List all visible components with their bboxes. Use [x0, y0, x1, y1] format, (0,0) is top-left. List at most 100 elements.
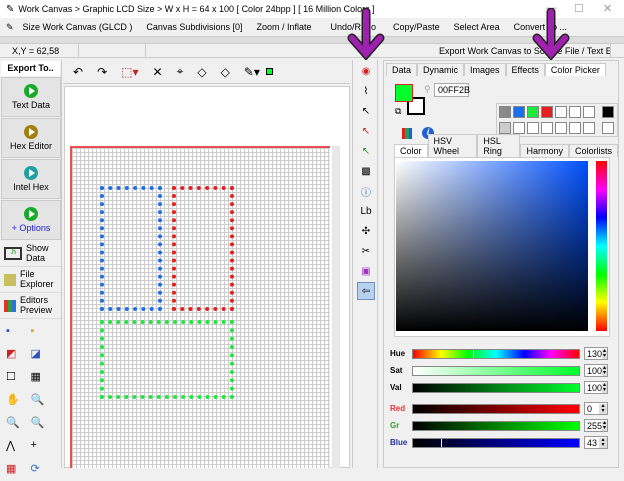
menu-size-work-canvas[interactable]: Size Work Canvas (GLCD )	[16, 22, 140, 32]
hue-strip[interactable]	[596, 161, 607, 331]
export-panel: Export To.. Text Data Hex Editor Intel H…	[0, 60, 62, 475]
save-icon[interactable]: ▪	[6, 325, 31, 337]
green-pointer-icon[interactable]: ↖	[357, 142, 375, 160]
refresh-icon[interactable]: ⟳	[31, 462, 56, 475]
swatch[interactable]	[499, 106, 511, 118]
subtab-harmony[interactable]: Harmony	[520, 144, 569, 157]
swatch[interactable]	[583, 106, 595, 118]
hex-input[interactable]: 00FF2B	[434, 83, 470, 97]
eye-icon[interactable]: ◉	[357, 62, 375, 80]
blue-input[interactable]: 43 ▴ ▾	[584, 436, 608, 449]
undo-icon[interactable]: ↶	[73, 65, 83, 79]
color-bars-icon[interactable]	[402, 128, 412, 139]
open-icon[interactable]: ▪	[31, 325, 56, 337]
select-icon[interactable]: ⬚▾	[121, 65, 138, 79]
zoom-in-icon[interactable]: 🔍	[6, 416, 31, 429]
swatch[interactable]	[541, 106, 553, 118]
fill-icon[interactable]: ◇	[197, 65, 206, 79]
tab-dynamic[interactable]: Dynamic	[417, 63, 465, 76]
swatch[interactable]	[555, 106, 567, 118]
frame-icon[interactable]: ☐	[6, 370, 31, 383]
show-data-button[interactable]: .h Show Data	[0, 241, 61, 267]
swatch[interactable]	[569, 106, 581, 118]
swatch[interactable]	[555, 122, 567, 134]
file-explorer-button[interactable]: File Explorer	[0, 267, 61, 293]
menu-select-area[interactable]: Select Area	[447, 22, 507, 32]
slider-knob[interactable]	[472, 349, 474, 358]
compass-icon[interactable]: ⋀	[6, 439, 31, 452]
red-pointer-icon[interactable]: ↖	[357, 122, 375, 140]
blue-slider[interactable]	[412, 437, 580, 448]
maximize-button[interactable]: ☐	[574, 2, 584, 15]
tab-data[interactable]: Data	[386, 63, 418, 76]
swatch[interactable]	[513, 106, 525, 118]
work-canvas[interactable]	[70, 146, 330, 468]
subtab-colorlists[interactable]: Colorlists	[568, 144, 618, 157]
saturation-value-field[interactable]	[396, 161, 588, 331]
hue-input[interactable]: 130 ▴ ▾	[584, 347, 608, 360]
red-slider[interactable]	[412, 403, 580, 414]
subtab-color[interactable]: Color	[394, 144, 428, 157]
export-hex-editor-button[interactable]: Hex Editor	[1, 118, 61, 158]
fit-icon[interactable]: ◪	[31, 347, 56, 360]
export-header: Export To..	[1, 61, 60, 76]
pen-icon[interactable]: ✎▾	[244, 65, 260, 79]
swatch[interactable]	[569, 122, 581, 134]
subtab-hsv-wheel[interactable]: HSV Wheel	[427, 134, 478, 157]
zoom-out-icon[interactable]: 🔍	[31, 393, 56, 406]
clear-icon[interactable]: ✕	[153, 65, 163, 79]
editors-preview-button[interactable]: Editors Preview	[0, 293, 61, 319]
green-slider[interactable]	[412, 420, 580, 431]
tab-effects[interactable]: Effects	[505, 63, 545, 76]
eraser-icon[interactable]: ◇	[221, 65, 230, 79]
swatch[interactable]	[527, 106, 539, 118]
redo-icon[interactable]: ↷	[97, 65, 107, 79]
green-input[interactable]: 255 ▴ ▾	[584, 419, 608, 432]
slider-knob[interactable]	[441, 438, 443, 447]
val-input[interactable]: 100 ▴ ▾	[584, 381, 608, 394]
checker-icon[interactable]: ▩	[357, 162, 375, 180]
menu-canvas-subdivisions[interactable]: Canvas Subdivisions [0]	[139, 22, 249, 32]
swatch[interactable]	[541, 122, 553, 134]
hex-play-icon	[24, 125, 38, 139]
red-input[interactable]: 0 ▴ ▾	[584, 402, 608, 415]
tab-images[interactable]: Images	[464, 63, 506, 76]
lib-icon[interactable]: Lb	[357, 202, 375, 220]
swatch[interactable]	[527, 122, 539, 134]
swap-colors-icon[interactable]: ⧉	[395, 106, 401, 117]
pointer-icon[interactable]: ↖	[357, 102, 375, 120]
color-preview-icon[interactable]	[265, 68, 273, 75]
swatch[interactable]	[499, 122, 511, 134]
swatch[interactable]	[583, 122, 595, 134]
menu-zoom[interactable]: Zoom / Inflate	[249, 22, 318, 32]
resize-icon[interactable]: ◩	[6, 347, 31, 360]
close-button[interactable]: ✕	[603, 2, 612, 15]
eyedropper-icon[interactable]: ⌇	[357, 82, 375, 100]
val-slider[interactable]	[412, 382, 580, 393]
tab-color-picker[interactable]: Color Picker	[544, 63, 606, 76]
scissors-icon[interactable]: ✂	[357, 242, 375, 260]
sat-slider[interactable]	[412, 365, 580, 376]
red-grid-icon[interactable]: ▦	[6, 462, 31, 475]
canvas-scrollbar[interactable]	[332, 146, 340, 468]
swatch[interactable]	[602, 106, 614, 118]
export-intel-hex-button[interactable]: Intel Hex	[1, 159, 61, 199]
export-options-button[interactable]: + Options	[1, 200, 61, 240]
swatch[interactable]	[513, 122, 525, 134]
move-icon[interactable]: ✣	[357, 222, 375, 240]
sat-input[interactable]: 100 ▴ ▾	[584, 364, 608, 377]
crosshair-icon[interactable]: +	[31, 439, 56, 452]
menu-copy-paste[interactable]: Copy/Paste	[383, 22, 447, 32]
subtab-hsl-ring[interactable]: HSL Ring	[477, 134, 521, 157]
info-icon[interactable]: ⓘ	[357, 182, 375, 200]
primary-color-swatch[interactable]	[395, 84, 413, 102]
paste-icon[interactable]: ▣	[357, 262, 375, 280]
swatch[interactable]	[602, 122, 614, 134]
zoom-icon[interactable]: 🔍	[31, 416, 56, 429]
hue-slider[interactable]	[412, 348, 580, 359]
pipette-icon[interactable]: ⌖	[177, 64, 184, 79]
link-icon[interactable]: ⇦	[357, 282, 375, 300]
grid-icon[interactable]: ▦	[31, 370, 56, 383]
hand-icon[interactable]: ✋	[6, 393, 31, 406]
export-text-data-button[interactable]: Text Data	[1, 77, 61, 117]
